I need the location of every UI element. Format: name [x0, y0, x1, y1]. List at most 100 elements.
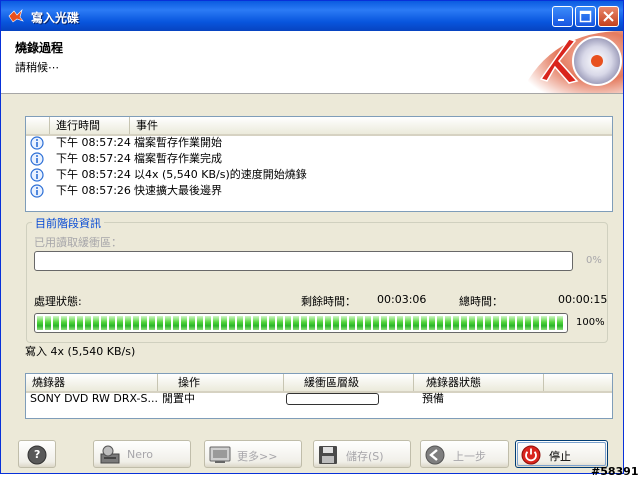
burn-window: 寫入光碟 燒錄過程 請稍候⋯ 進行時間 事件 下午 08:57:24 檔案暫存作…: [0, 0, 624, 474]
progress-segment: [253, 316, 259, 330]
progress-segment: [469, 316, 475, 330]
event-log-list[interactable]: 進行時間 事件 下午 08:57:24 檔案暫存作業開始 下午 08:57:24…: [25, 116, 613, 212]
progress-segment: [229, 316, 235, 330]
progress-segment: [453, 316, 459, 330]
progress-segment: [77, 316, 83, 330]
progress-segment: [357, 316, 363, 330]
nero-button[interactable]: Nero: [93, 440, 191, 468]
close-icon: [603, 11, 614, 22]
recorder-buffer-bar: [286, 393, 379, 405]
back-label: 上一步: [453, 450, 486, 463]
progress-segment: [349, 316, 355, 330]
event-text: 檔案暫存作業開始: [134, 136, 222, 149]
progress-segment: [445, 316, 451, 330]
progress-segment: [437, 316, 443, 330]
event-time: 下午 08:57:24: [56, 168, 131, 181]
event-text: 檔案暫存作業完成: [134, 152, 222, 165]
progress-segment: [269, 316, 275, 330]
column-recorder-status[interactable]: 燒錄器狀態: [414, 374, 544, 391]
nero-label: Nero: [127, 448, 154, 461]
stop-button[interactable]: 停止: [515, 440, 608, 468]
progress-segment: [133, 316, 139, 330]
event-time: 下午 08:57:24: [56, 152, 131, 165]
progress-segment: [109, 316, 115, 330]
progress-segment: [429, 316, 435, 330]
progress-segment: [317, 316, 323, 330]
column-buffer-level[interactable]: 緩衝區層級: [284, 374, 414, 391]
title-bar[interactable]: 寫入光碟: [1, 1, 623, 31]
save-button[interactable]: 儲存(S): [313, 440, 411, 468]
progress-segment: [365, 316, 371, 330]
total-time-value: 00:00:15: [558, 293, 608, 306]
progress-segment: [165, 316, 171, 330]
recorder-row[interactable]: SONY DVD RW DRX-S... 閒置中 預備: [26, 391, 612, 407]
progress-segment: [173, 316, 179, 330]
progress-segment: [421, 316, 427, 330]
info-icon: [30, 152, 44, 166]
progress-segment: [549, 316, 555, 330]
progress-segment: [309, 316, 315, 330]
help-button[interactable]: ?: [18, 440, 56, 468]
progress-segment: [69, 316, 75, 330]
progress-segment: [333, 316, 339, 330]
more-label: 更多>>: [237, 450, 278, 463]
column-recorder[interactable]: 燒錄器: [26, 374, 158, 391]
recorder-operation: 閒置中: [162, 392, 195, 405]
recorder-status: 預備: [422, 392, 444, 405]
progress-segment: [373, 316, 379, 330]
progress-segment: [557, 316, 563, 330]
event-log-icon-column[interactable]: [26, 117, 50, 134]
nero-app-icon: [8, 9, 24, 23]
info-icon: [30, 136, 44, 150]
progress-segment: [61, 316, 67, 330]
remaining-time-value: 00:03:06: [377, 293, 427, 306]
progress-segment: [189, 316, 195, 330]
event-time: 下午 08:57:24: [56, 136, 131, 149]
progress-segment: [149, 316, 155, 330]
stop-label: 停止: [549, 450, 571, 463]
back-button[interactable]: 上一步: [420, 440, 509, 468]
progress-segment: [405, 316, 411, 330]
save-disk-icon: [319, 446, 337, 464]
save-label: 儲存(S): [346, 450, 384, 463]
progress-segment: [389, 316, 395, 330]
maximize-button[interactable]: [575, 6, 596, 27]
progress-segment: [141, 316, 147, 330]
progress-segment: [277, 316, 283, 330]
more-button[interactable]: 更多>>: [204, 440, 302, 468]
stop-power-icon: [521, 445, 541, 465]
progress-segment: [485, 316, 491, 330]
column-operation[interactable]: 操作: [158, 374, 284, 391]
progress-segment: [541, 316, 547, 330]
progress-segment: [197, 316, 203, 330]
progress-segment: [525, 316, 531, 330]
progress-segment: [461, 316, 467, 330]
event-text: 快速擴大最後邊界: [134, 184, 222, 197]
total-time-label: 總時間：: [459, 295, 503, 308]
nero-burn-icon: [100, 445, 120, 464]
info-icon: [30, 184, 44, 198]
close-button[interactable]: [598, 6, 619, 27]
progress-segment: [413, 316, 419, 330]
progress-segment: [181, 316, 187, 330]
column-elapsed-time[interactable]: 進行時間: [50, 117, 130, 134]
recorder-name: SONY DVD RW DRX-S...: [30, 392, 158, 405]
window-title: 寫入光碟: [31, 11, 80, 25]
burn-progress-percent: 100%: [576, 317, 605, 328]
progress-segment: [301, 316, 307, 330]
progress-segment: [381, 316, 387, 330]
progress-segment: [293, 316, 299, 330]
watermark: #58391: [591, 465, 639, 478]
maximize-icon: [579, 10, 592, 23]
column-event[interactable]: 事件: [130, 117, 612, 134]
progress-segment: [117, 316, 123, 330]
recorder-list[interactable]: 燒錄器 操作 緩衝區層級 燒錄器狀態 SONY DVD RW DRX-S... …: [25, 373, 613, 419]
minimize-button[interactable]: [552, 6, 573, 27]
page-title: 燒錄過程: [15, 41, 64, 55]
back-arrow-icon: [425, 445, 445, 465]
progress-segment: [221, 316, 227, 330]
burn-progress-bar: [34, 313, 568, 333]
progress-segment: [509, 316, 515, 330]
progress-segment: [101, 316, 107, 330]
progress-segment: [45, 316, 51, 330]
